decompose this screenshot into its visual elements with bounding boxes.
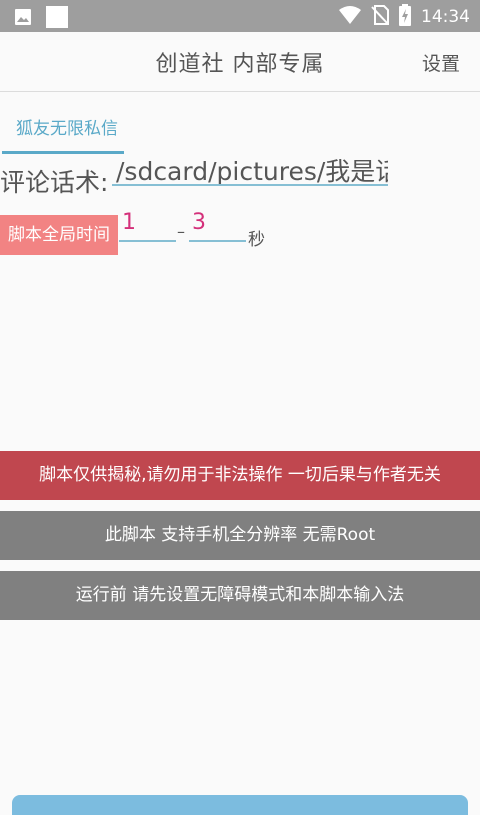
app-header: 创道社 内部专属 设置 <box>0 32 480 92</box>
comment-path-input[interactable]: /sdcard/pictures/我是话 <box>112 152 388 186</box>
max-seconds-input[interactable]: 3 <box>189 210 246 242</box>
range-separator: – <box>177 222 185 241</box>
comment-label: 评论话术: <box>0 168 109 197</box>
tab-indicator <box>2 151 124 154</box>
settings-button[interactable]: 设置 <box>422 49 460 76</box>
no-sim-icon <box>371 5 389 29</box>
start-button[interactable] <box>12 795 468 815</box>
image-icon <box>14 8 32 30</box>
comment-path-value: /sdcard/pictures/我是话 <box>116 157 388 186</box>
global-time-label: 脚本全局时间 <box>0 215 118 255</box>
wifi-icon <box>339 5 361 29</box>
setup-instructions-banner: 运行前 请先设置无障碍模式和本脚本输入法 <box>0 571 480 620</box>
battery-charging-icon <box>399 4 411 30</box>
tab-fox-friend-message[interactable]: 狐友无限私信 <box>16 114 118 139</box>
square-icon <box>46 6 68 32</box>
status-bar: 14:34 <box>0 0 480 32</box>
disclaimer-banner: 脚本仅供揭秘,请勿用于非法操作 一切后果与作者无关 <box>0 451 480 500</box>
clock: 14:34 <box>421 7 470 27</box>
page-title: 创道社 内部专属 <box>155 52 325 77</box>
seconds-unit: 秒 <box>248 230 265 250</box>
resolution-banner: 此脚本 支持手机全分辨率 无需Root <box>0 511 480 560</box>
min-seconds-input[interactable]: 1 <box>119 210 176 242</box>
